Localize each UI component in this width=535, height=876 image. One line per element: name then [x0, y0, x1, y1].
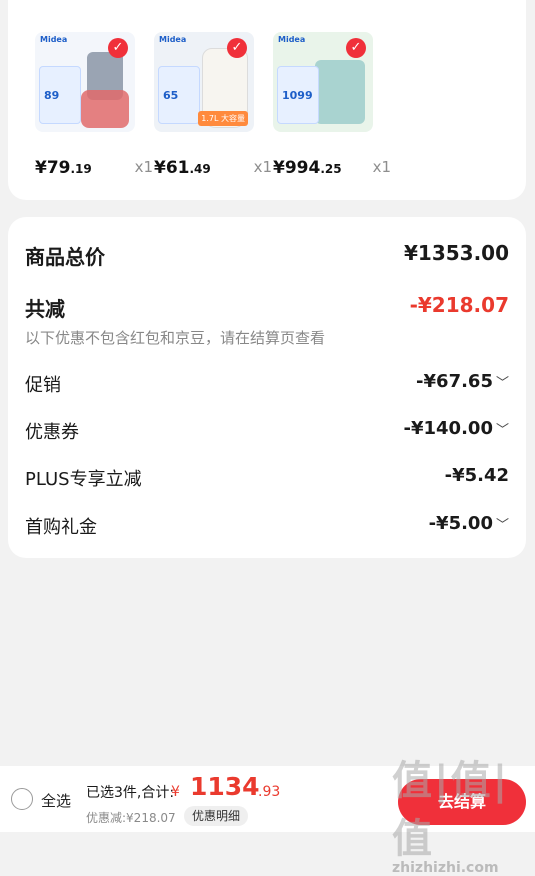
- product-quantity: x1: [372, 158, 391, 176]
- reduce-label: 共减: [25, 297, 65, 321]
- first-purchase-gift-value[interactable]: -¥5.00 ﹀: [429, 513, 509, 534]
- plus-discount-value: -¥5.42: [444, 465, 509, 486]
- product-thumbnail[interactable]: Midea 89 ✓: [35, 32, 135, 132]
- promo-tag: 1099: [277, 66, 319, 124]
- product-price: ¥61.49: [154, 158, 211, 178]
- product-thumbnail[interactable]: Midea 65 1.7L 大容量 ✓: [154, 32, 254, 132]
- total-value: ¥1353.00: [403, 241, 509, 265]
- reduce-value: -¥218.07: [409, 293, 509, 317]
- brand-label: Midea: [159, 35, 187, 44]
- product-quantity: x1: [134, 158, 153, 176]
- price-summary-card: 商品总价 ¥1353.00 共减 -¥218.07 以下优惠不包含红包和京豆，请…: [8, 217, 526, 558]
- discount-detail-button[interactable]: 优惠明细: [184, 806, 249, 826]
- discount-note: 以下优惠不包含红包和京豆，请在结算页查看: [25, 329, 326, 347]
- check-icon[interactable]: ✓: [346, 38, 366, 58]
- product-item-fridge[interactable]: Midea 1099 ✓ ¥994.25 x1: [273, 32, 391, 178]
- total-amount-integer: 1134: [190, 772, 260, 801]
- price-row: ¥79.19 x1: [35, 158, 153, 182]
- brand-label: Midea: [278, 35, 306, 44]
- promotion-label: 促销: [25, 375, 61, 396]
- capacity-badge: 1.7L 大容量: [198, 111, 248, 126]
- first-purchase-gift-label: 首购礼金: [25, 517, 97, 538]
- product-quantity: x1: [253, 158, 272, 176]
- checkout-button[interactable]: 去结算: [398, 779, 526, 825]
- plus-discount-label: PLUS专享立减: [25, 469, 142, 490]
- product-price: ¥994.25: [273, 158, 342, 178]
- price-row: ¥61.49 x1: [154, 158, 272, 182]
- total-currency: ¥: [171, 784, 180, 800]
- selected-products-card: Midea 89 ✓ ¥79.19 x1 Midea 65 1.7L 大容量 ✓…: [8, 0, 526, 200]
- coupon-label: 优惠券: [25, 422, 79, 443]
- chevron-down-icon: ﹀: [495, 518, 509, 533]
- check-icon[interactable]: ✓: [227, 38, 247, 58]
- promo-tag: 65: [158, 66, 200, 124]
- select-all-label[interactable]: 全选: [41, 790, 71, 811]
- product-item-kettle[interactable]: Midea 65 1.7L 大容量 ✓ ¥61.49 x1: [154, 32, 272, 178]
- selected-count: 已选3件,合计:: [86, 785, 175, 801]
- chevron-down-icon: ﹀: [495, 376, 509, 391]
- fridge-shape: [315, 60, 365, 124]
- checkout-bar: 全选 已选3件,合计: ¥ 1134 .93 优惠减:¥218.07 优惠明细 …: [0, 766, 535, 832]
- radio-unchecked-icon[interactable]: [11, 788, 33, 810]
- product-thumbnail[interactable]: Midea 1099 ✓: [273, 32, 373, 132]
- check-icon[interactable]: ✓: [108, 38, 128, 58]
- total-label: 商品总价: [25, 245, 105, 269]
- coupon-value[interactable]: -¥140.00 ﹀: [404, 418, 509, 439]
- discount-total: 优惠减:¥218.07: [86, 811, 176, 825]
- product-price: ¥79.19: [35, 158, 92, 178]
- chevron-down-icon: ﹀: [495, 423, 509, 438]
- product-item-chopper[interactable]: Midea 89 ✓ ¥79.19 x1: [35, 32, 153, 178]
- chopper-bowl-shape: [81, 90, 129, 128]
- total-amount-decimal: .93: [258, 784, 281, 800]
- brand-label: Midea: [40, 35, 68, 44]
- promotion-value[interactable]: -¥67.65 ﹀: [416, 371, 509, 392]
- promo-tag: 89: [39, 66, 81, 124]
- price-row: ¥994.25 x1: [273, 158, 391, 182]
